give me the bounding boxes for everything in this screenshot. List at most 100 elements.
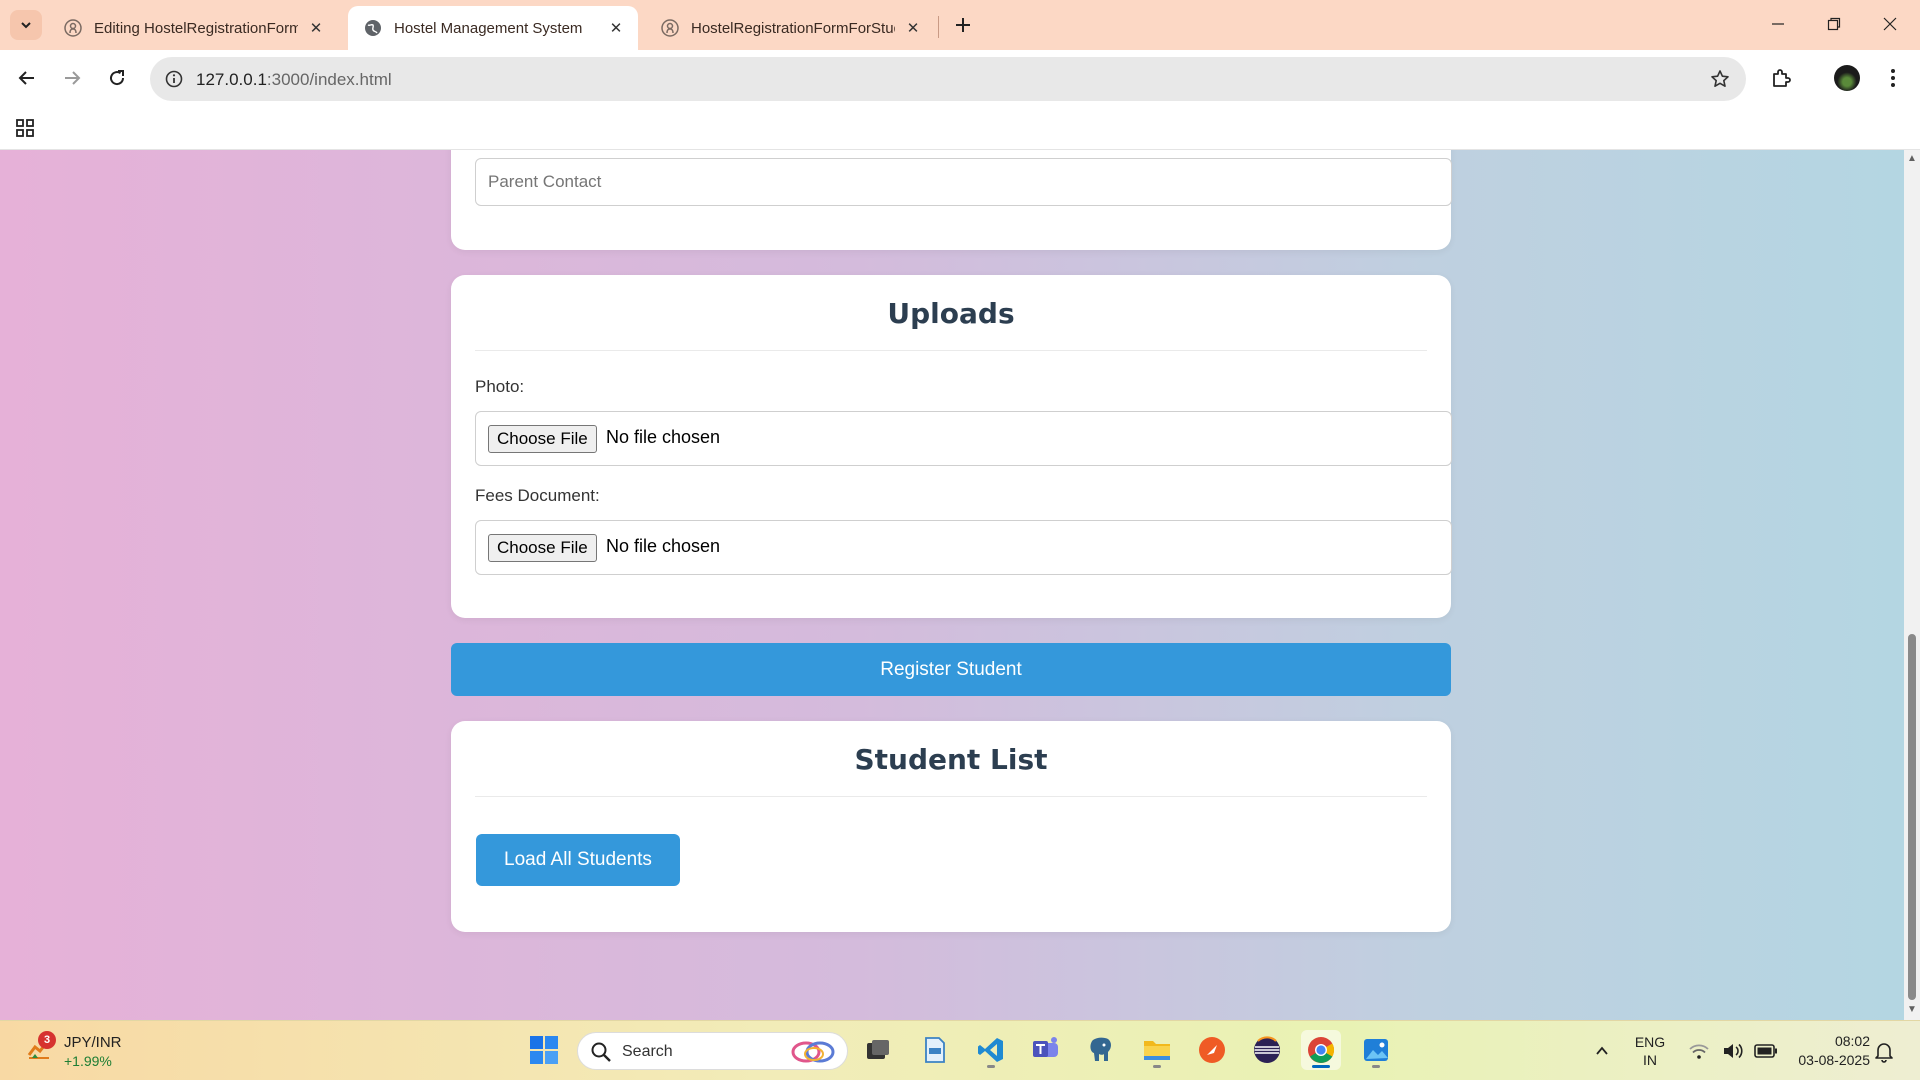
scroll-down-icon[interactable]: ▼ xyxy=(1907,1005,1917,1015)
tab-hostel-management[interactable]: Hostel Management System ✕ xyxy=(348,6,638,50)
tab-title: HostelRegistrationFormForStud xyxy=(691,19,895,37)
new-tab-button[interactable] xyxy=(949,11,977,39)
notification-bell-icon[interactable] xyxy=(1872,1039,1896,1063)
fees-document-file-input[interactable]: Choose File No file chosen xyxy=(475,520,1452,575)
apps-grid-icon[interactable] xyxy=(12,115,38,141)
language-code: ENG xyxy=(1634,1034,1666,1050)
register-student-button[interactable]: Register Student xyxy=(451,643,1451,696)
url-host: 127.0.0.1 xyxy=(196,70,267,89)
tab-search-button[interactable] xyxy=(10,10,42,40)
pdf-editor-icon[interactable] xyxy=(915,1030,955,1070)
contact-card xyxy=(451,150,1452,250)
student-list-title: Student List xyxy=(854,743,1048,776)
restore-icon xyxy=(1827,17,1841,31)
search-placeholder: Search xyxy=(622,1043,673,1060)
battery-icon xyxy=(1754,1044,1777,1058)
eclipse-icon[interactable] xyxy=(1247,1030,1287,1070)
forward-button[interactable] xyxy=(54,60,90,96)
photos-icon[interactable] xyxy=(1356,1030,1396,1070)
arrow-right-icon xyxy=(65,71,81,85)
scroll-up-icon[interactable]: ▲ xyxy=(1907,154,1917,164)
clock[interactable]: 08:02 03-08-2025 xyxy=(1780,1032,1870,1070)
minimize-icon xyxy=(1772,23,1784,25)
tab-strip: Editing HostelRegistrationForm ✕ Hostel … xyxy=(0,0,1920,50)
notification-badge: 3 xyxy=(38,1031,56,1049)
chevron-down-icon xyxy=(21,22,31,29)
student-list-card: Student List Load All Students xyxy=(451,721,1451,932)
show-hidden-icons-button[interactable] xyxy=(1590,1039,1614,1063)
postgresql-icon[interactable] xyxy=(1081,1030,1121,1070)
system-tray-icons[interactable] xyxy=(1684,1039,1784,1063)
close-tab-icon[interactable]: ✕ xyxy=(903,18,923,38)
arrow-left-icon xyxy=(18,71,34,85)
photo-file-input[interactable]: Choose File No file chosen xyxy=(475,411,1452,466)
teams-icon[interactable] xyxy=(1026,1030,1066,1070)
github-icon xyxy=(64,19,82,37)
fees-document-label: Fees Document: xyxy=(475,486,600,505)
uploads-title: Uploads xyxy=(887,297,1015,330)
search-icon xyxy=(591,1042,611,1062)
globe-icon xyxy=(365,20,381,36)
photo-label: Photo: xyxy=(475,377,525,396)
load-all-students-button[interactable]: Load All Students xyxy=(476,834,680,886)
currency-widget[interactable]: 3 JPY/INR +1.99% xyxy=(22,1031,142,1071)
tab-editing[interactable]: Editing HostelRegistrationForm ✕ xyxy=(48,6,338,50)
photo-choose-file-button[interactable]: Choose File xyxy=(488,425,597,453)
chrome-icon[interactable] xyxy=(1301,1030,1341,1070)
vscode-icon[interactable] xyxy=(971,1030,1011,1070)
tab-separator xyxy=(938,16,939,38)
tab-title: Hostel Management System xyxy=(394,19,583,37)
bookmarks-bar xyxy=(0,106,1920,150)
uploads-card: Uploads Photo: Choose File No file chose… xyxy=(451,275,1452,618)
browser-toolbar: 127.0.0.1:3000/index.html xyxy=(0,50,1920,106)
running-indicator xyxy=(1372,1065,1380,1068)
parent-contact-input[interactable] xyxy=(475,158,1452,206)
clock-time: 08:02 xyxy=(1834,1033,1870,1049)
task-view-icon[interactable] xyxy=(858,1030,898,1070)
minimize-button[interactable] xyxy=(1750,0,1806,48)
menu-button[interactable] xyxy=(1875,60,1911,96)
page-viewport: Uploads Photo: Choose File No file chose… xyxy=(0,150,1904,1020)
close-tab-icon[interactable]: ✕ xyxy=(306,18,326,38)
vertical-scrollbar[interactable]: ▲ ▼ xyxy=(1904,150,1920,1020)
bookmark-star-icon[interactable] xyxy=(1708,67,1732,91)
postman-icon[interactable] xyxy=(1192,1030,1232,1070)
back-button[interactable] xyxy=(9,60,45,96)
tab-title: Editing HostelRegistrationForm xyxy=(94,19,298,37)
close-tab-icon[interactable]: ✕ xyxy=(606,18,626,38)
plus-icon xyxy=(956,18,970,32)
taskbar-search[interactable]: Search xyxy=(577,1032,848,1070)
tab-github-repo[interactable]: HostelRegistrationFormForStud ✕ xyxy=(645,6,935,50)
clock-date: 03-08-2025 xyxy=(1798,1052,1870,1068)
github-icon xyxy=(661,19,679,37)
chevron-up-icon xyxy=(1596,1046,1608,1055)
running-indicator xyxy=(1153,1065,1161,1068)
restore-button[interactable] xyxy=(1806,0,1862,48)
wifi-icon xyxy=(1689,1044,1709,1059)
windows-taskbar: 3 JPY/INR +1.99% Search ENG IN 08:02 03-… xyxy=(0,1020,1920,1080)
fees-choose-file-button[interactable]: Choose File xyxy=(488,534,597,562)
input-language-indicator[interactable]: ENG IN xyxy=(1628,1033,1672,1069)
puzzle-icon xyxy=(1773,69,1791,87)
reload-button[interactable] xyxy=(99,60,135,96)
extensions-button[interactable] xyxy=(1763,60,1799,96)
site-info-icon[interactable] xyxy=(162,67,186,91)
widget-change: +1.99% xyxy=(64,1053,112,1069)
url-text: 127.0.0.1:3000/index.html xyxy=(196,70,392,90)
close-window-button[interactable] xyxy=(1862,0,1918,48)
windows-logo-icon xyxy=(530,1036,558,1064)
search-highlight-icon xyxy=(791,1041,835,1063)
start-button[interactable] xyxy=(524,1030,564,1070)
close-icon xyxy=(1883,17,1897,31)
region-code: IN xyxy=(1643,1052,1657,1068)
scroll-thumb[interactable] xyxy=(1908,634,1916,1000)
title-divider xyxy=(475,796,1427,797)
running-indicator xyxy=(1312,1065,1330,1068)
profile-avatar[interactable] xyxy=(1834,65,1860,91)
url-path: :3000/index.html xyxy=(266,70,392,89)
address-bar[interactable]: 127.0.0.1:3000/index.html xyxy=(150,57,1746,101)
widget-title: JPY/INR xyxy=(64,1034,122,1051)
file-explorer-icon[interactable] xyxy=(1137,1030,1177,1070)
kebab-menu-icon xyxy=(1891,69,1895,87)
fees-file-status: No file chosen xyxy=(606,536,721,556)
